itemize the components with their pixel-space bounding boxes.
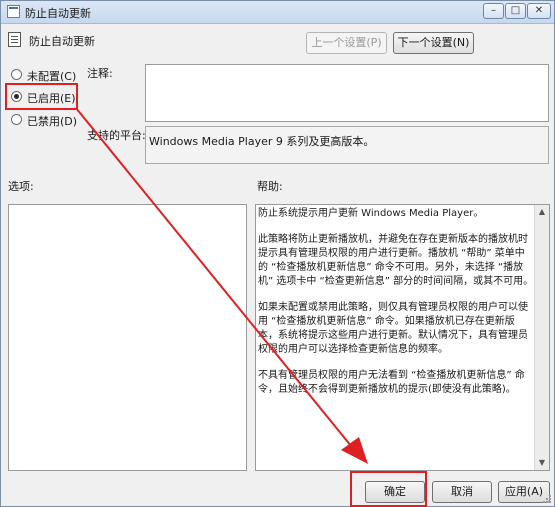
policy-setting-icon bbox=[8, 32, 21, 47]
radio-button[interactable] bbox=[11, 69, 22, 80]
policy-name: 防止自动更新 bbox=[29, 35, 95, 48]
maximize-button[interactable]: □ bbox=[505, 3, 526, 19]
minimize-button[interactable]: – bbox=[483, 3, 504, 19]
previous-setting-button[interactable]: 上一个设置(P) bbox=[306, 32, 387, 54]
comment-textarea[interactable] bbox=[145, 64, 549, 122]
window-title: 防止自动更新 bbox=[25, 7, 91, 20]
help-text: 防止系统提示用户更新 Windows Media Player。 此策略将防止更… bbox=[258, 207, 534, 409]
policy-dialog: 防止自动更新 – □ ✕ 防止自动更新 上一个设置(P) 下一个设置(N) 未配… bbox=[0, 0, 555, 507]
help-label: 帮助: bbox=[257, 180, 283, 193]
cancel-button[interactable]: 取消 bbox=[432, 481, 492, 503]
comment-label: 注释: bbox=[87, 67, 113, 80]
radio-label: 已禁用(D) bbox=[27, 115, 78, 128]
help-scrollbar[interactable]: ▲ ▼ bbox=[534, 205, 549, 470]
supported-platform-label: 支持的平台: bbox=[87, 129, 146, 142]
help-paragraph: 防止系统提示用户更新 Windows Media Player。 bbox=[258, 208, 484, 219]
resize-grip-icon[interactable] bbox=[542, 494, 552, 504]
scroll-up-arrow-icon[interactable]: ▲ bbox=[537, 207, 547, 217]
help-paragraph: 不具有管理员权限的用户无法看到 “检查播放机更新信息” 命令，且始终不会得到更新… bbox=[258, 370, 525, 395]
title-bar[interactable]: 防止自动更新 – □ ✕ bbox=[1, 1, 554, 24]
radio-label: 未配置(C) bbox=[27, 70, 77, 83]
radio-label: 已启用(E) bbox=[27, 92, 76, 105]
close-button[interactable]: ✕ bbox=[527, 3, 551, 19]
scroll-down-arrow-icon[interactable]: ▼ bbox=[537, 458, 547, 468]
radio-button[interactable] bbox=[11, 114, 22, 125]
radio-button-selected[interactable] bbox=[11, 91, 22, 102]
supported-platform-value: Windows Media Player 9 系列及更高版本。 bbox=[145, 126, 549, 164]
next-setting-button[interactable]: 下一个设置(N) bbox=[393, 32, 474, 54]
options-label: 选项: bbox=[8, 180, 34, 193]
help-panel[interactable]: 防止系统提示用户更新 Windows Media Player。 此策略将防止更… bbox=[255, 204, 550, 471]
ok-button[interactable]: 确定 bbox=[365, 481, 425, 503]
policy-app-icon bbox=[7, 5, 20, 18]
help-paragraph: 如果未配置或禁用此策略，则仅具有管理员权限的用户可以使用 “检查播放机更新信息”… bbox=[258, 302, 528, 355]
help-paragraph: 此策略将防止更新播放机，并避免在存在更新版本的播放机时提示具有管理员权限的用户进… bbox=[258, 234, 534, 287]
options-panel bbox=[8, 204, 247, 471]
